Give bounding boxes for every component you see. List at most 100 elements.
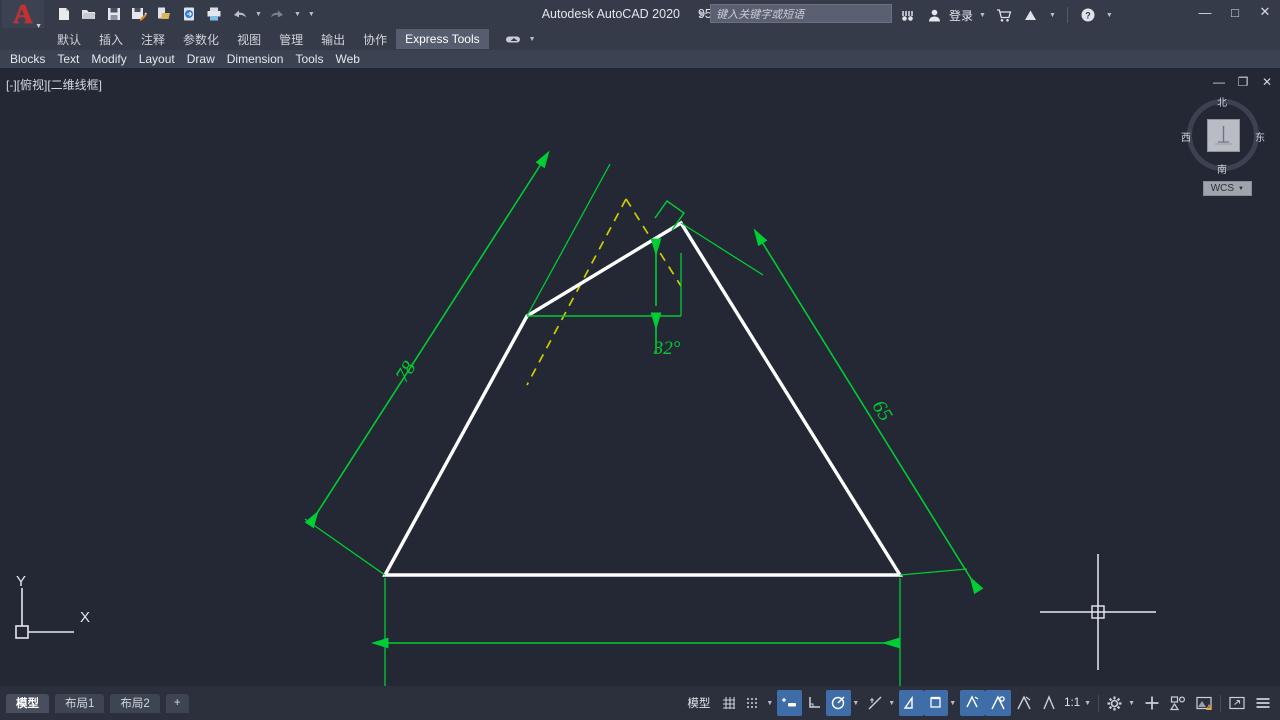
ribbon-tab-parametric[interactable]: 参数化 [174,29,228,49]
close-button[interactable]: ✕ [1256,3,1274,21]
panel-toggle-caret-icon[interactable]: ▼ [526,36,539,43]
dimension-text-right[interactable]: 65 [867,397,896,426]
show-lineweight-icon[interactable] [924,690,949,716]
qat-customize-caret-icon[interactable]: ▼ [305,11,318,18]
minimize-button[interactable]: — [1196,3,1214,21]
ribbon-tab-insert[interactable]: 插入 [90,29,132,49]
snap-caret-icon[interactable]: ▼ [765,690,777,716]
selection-cycling-icon[interactable] [985,690,1012,716]
isolate-objects-icon[interactable] [1165,690,1191,716]
wcs-selector[interactable]: WCS ▼ [1202,181,1252,196]
plot-icon[interactable] [202,2,226,26]
save-as-icon[interactable] [127,2,151,26]
triangle-outline[interactable] [382,220,904,577]
dimension-right-65[interactable] [680,222,984,595]
view-cube[interactable]: 北 南 西 东 [1181,94,1265,176]
polar-tracking-icon[interactable] [826,690,852,716]
menu-layout[interactable]: Layout [133,50,181,68]
ucs-x-label: X [80,609,90,626]
viewport-close-button[interactable]: ✕ [1260,75,1274,89]
redo-dropdown-caret-icon[interactable]: ▼ [291,11,304,18]
sign-in-button[interactable]: 登录 [949,7,973,24]
shopping-cart-icon[interactable] [992,3,1016,27]
workspace-caret-icon[interactable]: ▼ [1127,690,1139,716]
layout-tab-model[interactable]: 模型 [6,693,49,713]
view-cube-east-label[interactable]: 东 [1255,129,1265,144]
divider [1066,7,1068,23]
menu-draw[interactable]: Draw [181,50,221,68]
annotation-monitor-icon[interactable] [1011,690,1037,716]
clean-screen-icon[interactable] [1224,690,1250,716]
dimension-left-78[interactable] [304,150,611,576]
grid-display-icon[interactable] [717,690,741,716]
new-file-icon[interactable] [52,2,76,26]
layout-tab-layout2[interactable]: 布局2 [110,693,160,713]
scale-caret-icon[interactable]: ▼ [1083,690,1095,716]
menu-web[interactable]: Web [329,50,365,68]
signin-caret-icon[interactable]: ▼ [976,12,989,19]
autodesk-app-icon[interactable] [1019,3,1043,27]
export-icon[interactable] [152,2,176,26]
view-cube-west-label[interactable]: 西 [1181,129,1191,144]
osnap-track-caret-icon[interactable]: ▼ [887,690,899,716]
dimension-text-left[interactable]: 78 [391,358,420,387]
viewport-restore-button[interactable]: ❐ [1236,75,1250,89]
viewport-label[interactable]: [-][俯视][二维线框] [6,76,102,93]
ribbon-tab-collaborate[interactable]: 协作 [354,29,396,49]
lineweight-caret-icon[interactable]: ▼ [948,690,960,716]
menu-modify[interactable]: Modify [85,50,132,68]
customization-icon[interactable] [1250,690,1276,716]
redo-icon[interactable] [266,2,290,26]
object-snap-tracking-icon[interactable] [863,690,887,716]
dimension-text-angle[interactable]: 32° [653,338,681,359]
undo-icon[interactable] [227,2,251,26]
search-network-icon[interactable] [895,3,919,27]
view-cube-face[interactable] [1207,119,1240,152]
graphics-performance-icon[interactable] [1191,690,1217,716]
publish-icon[interactable] [177,2,201,26]
maximize-button[interactable]: □ [1226,3,1244,21]
app-caret-icon[interactable]: ▼ [1046,12,1059,19]
ribbon-panel-toggle[interactable]: ▼ [505,34,539,45]
object-snap-icon[interactable] [899,690,925,716]
viewport-minimize-button[interactable]: — [1212,75,1226,89]
cad-geometry: 78 65 80 32° [304,150,984,686]
ribbon-tab-view[interactable]: 视图 [228,29,270,49]
annotation-visibility-icon[interactable] [1037,690,1061,716]
ribbon-tab-manage[interactable]: 管理 [270,29,312,49]
ribbon-tab-express-tools[interactable]: Express Tools [396,29,489,49]
menu-text[interactable]: Text [51,50,85,68]
ribbon-tab-annotate[interactable]: 注释 [132,29,174,49]
divider [1098,694,1100,712]
ortho-mode-icon[interactable] [802,690,826,716]
ribbon-tab-output[interactable]: 输出 [312,29,354,49]
help-caret-icon[interactable]: ▼ [1103,12,1116,19]
ribbon-tab-home[interactable]: 默认 [48,29,90,49]
polar-caret-icon[interactable]: ▼ [851,690,863,716]
save-icon[interactable] [102,2,126,26]
user-icon[interactable] [922,3,946,27]
menu-dimension[interactable]: Dimension [221,50,290,68]
view-cube-north-label[interactable]: 北 [1217,94,1227,109]
menu-tools[interactable]: Tools [289,50,329,68]
workspace-switching-icon[interactable] [1102,690,1127,716]
drawing-canvas[interactable]: [-][俯视][二维线框] — ❐ ✕ 北 南 西 东 WCS ▼ 78 65 … [0,68,1280,686]
dimension-angle-32[interactable] [527,238,682,353]
hardware-acceleration-icon[interactable] [1139,690,1165,716]
open-file-icon[interactable] [77,2,101,26]
transparency-icon[interactable] [960,690,986,716]
undo-dropdown-caret-icon[interactable]: ▼ [252,11,265,18]
infer-constraints-icon[interactable] [777,690,803,716]
snap-mode-icon[interactable] [741,690,765,716]
help-icon[interactable]: ? [1076,3,1100,27]
search-area: ▶ 键入关键字或短语 [700,4,893,23]
dimension-base-80[interactable] [371,578,901,686]
view-cube-south-label[interactable]: 南 [1217,161,1227,176]
add-layout-button[interactable]: + [165,693,189,713]
chevron-right-icon[interactable]: ▶ [700,9,706,18]
annotation-scale-label[interactable]: 1:1 [1061,697,1083,709]
layout-tab-layout1[interactable]: 布局1 [55,693,105,713]
search-input[interactable]: 键入关键字或短语 [710,4,893,23]
status-model-label[interactable]: 模型 [680,695,717,711]
menu-blocks[interactable]: Blocks [4,50,51,68]
